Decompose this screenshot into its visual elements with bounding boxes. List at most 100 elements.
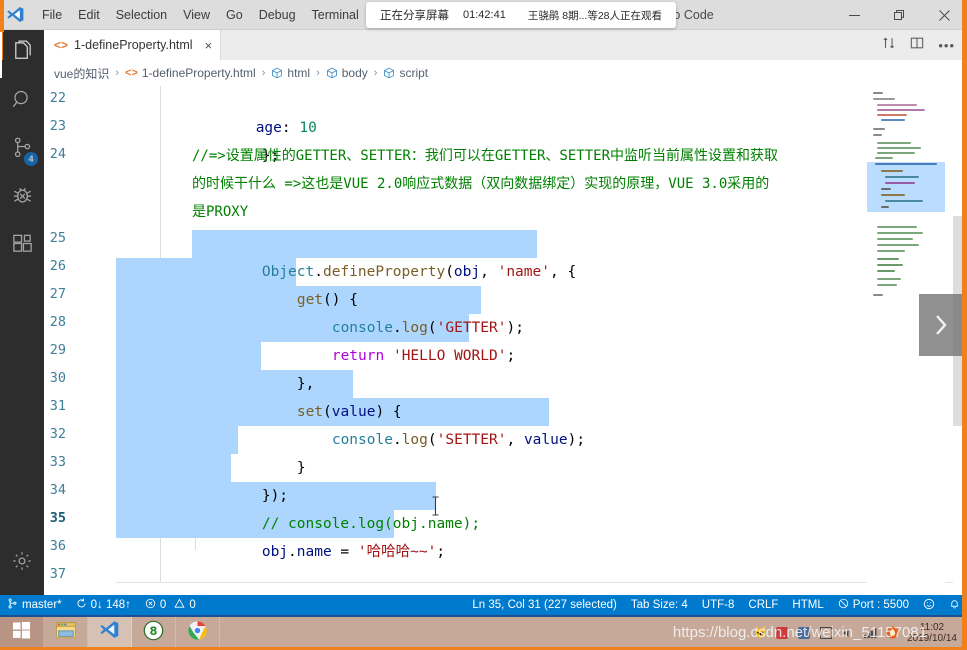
taskbar-file-explorer[interactable] bbox=[44, 616, 88, 649]
breadcrumb-item-html[interactable]: html bbox=[271, 66, 310, 80]
menu-item-go[interactable]: Go bbox=[218, 0, 251, 30]
error-icon bbox=[145, 598, 156, 612]
debug-icon bbox=[11, 184, 34, 212]
menu-item-debug[interactable]: Debug bbox=[251, 0, 304, 30]
menu-item-view[interactable]: View bbox=[175, 0, 218, 30]
smiley-icon bbox=[923, 598, 935, 613]
vscode-logo-icon bbox=[0, 0, 30, 30]
code-editor[interactable]: 22 23 24 25 26 27 28 29 30 31 32 33 34 3… bbox=[44, 86, 967, 595]
window-accent-right bbox=[962, 0, 967, 650]
ellipsis-icon[interactable]: ••• bbox=[938, 38, 955, 53]
status-branch[interactable]: master* bbox=[0, 595, 69, 615]
line-number: 31 bbox=[49, 398, 66, 414]
code-line-33: }); bbox=[192, 454, 288, 504]
status-live-server-port[interactable]: Port : 5500 bbox=[831, 595, 916, 615]
sidebar-item-settings[interactable] bbox=[0, 539, 44, 587]
code-token-comma: , bbox=[506, 432, 524, 448]
status-bar-right: Ln 35, Col 31 (227 selected) Tab Size: 4… bbox=[465, 595, 967, 615]
breadcrumb-item-body[interactable]: body bbox=[326, 66, 368, 80]
bell-icon bbox=[949, 598, 960, 613]
line-number: 23 bbox=[49, 118, 66, 134]
code-token-object: obj bbox=[261, 544, 289, 560]
line-number: 30 bbox=[49, 370, 66, 386]
breadcrumb-label: body bbox=[341, 66, 368, 80]
warning-icon bbox=[174, 598, 185, 612]
breadcrumb-label: script bbox=[399, 66, 429, 80]
taskbar-clock[interactable]: 11:02 2019/10/14 bbox=[907, 622, 961, 644]
line-number: 37 bbox=[49, 566, 66, 582]
menu-item-selection[interactable]: Selection bbox=[108, 0, 175, 30]
sidebar-item-debug[interactable] bbox=[0, 174, 44, 222]
status-cursor-position[interactable]: Ln 35, Col 31 (227 selected) bbox=[465, 595, 623, 615]
taskbar-chrome[interactable] bbox=[176, 616, 220, 649]
close-icon[interactable]: × bbox=[205, 39, 213, 52]
status-feedback[interactable] bbox=[916, 595, 942, 615]
maximize-button[interactable] bbox=[877, 0, 922, 30]
taskbar-vscode[interactable] bbox=[88, 616, 132, 649]
red-icon[interactable] bbox=[775, 625, 790, 640]
status-port-label: Port : 5500 bbox=[852, 599, 909, 611]
code-line-24-wrap-3: 是PROXY bbox=[192, 204, 249, 220]
breadcrumb-item-folder[interactable]: vue的知识 bbox=[54, 65, 109, 82]
code-line-32: } bbox=[227, 426, 306, 476]
tab-1-defineproperty-html[interactable]: <> 1-defineProperty.html × bbox=[44, 30, 222, 60]
menu-item-edit[interactable]: Edit bbox=[70, 0, 108, 30]
sidebar-item-explorer[interactable] bbox=[0, 30, 44, 78]
line-number: 32 bbox=[49, 426, 66, 442]
vscode-window: File Edit Selection View Go Debug Termin… bbox=[0, 0, 967, 650]
blue-icon[interactable] bbox=[797, 625, 812, 640]
status-problems[interactable]: 0 0 bbox=[138, 595, 203, 615]
windows-taskbar: 8 🐱 11:02 2019/10/14 bbox=[0, 615, 967, 650]
code-token-string: '哈哈哈~~' bbox=[357, 544, 437, 560]
code-content[interactable]: age: 10 }; //=>设置属性的GETTER、SETTER：我们可以在G… bbox=[116, 86, 867, 595]
start-button[interactable] bbox=[0, 616, 44, 649]
sync-icon[interactable] bbox=[882, 36, 896, 55]
code-token-number: 10 bbox=[299, 120, 317, 136]
next-slide-button[interactable] bbox=[919, 294, 963, 356]
breadcrumb-separator: › bbox=[316, 67, 320, 79]
network-icon[interactable] bbox=[863, 625, 878, 640]
sidebar-item-extensions[interactable] bbox=[0, 222, 44, 270]
line-number: 29 bbox=[49, 342, 66, 358]
split-editor-icon[interactable] bbox=[910, 36, 924, 55]
ime-icon[interactable] bbox=[819, 625, 834, 640]
tag-icon bbox=[326, 67, 338, 79]
taskbar-app-8[interactable]: 8 bbox=[132, 616, 176, 649]
speaker-icon[interactable] bbox=[841, 625, 856, 640]
share-viewers-label: 王骁鹃 8期...等28人正在观看 bbox=[527, 9, 663, 22]
minimize-button[interactable] bbox=[832, 0, 877, 30]
status-tab-size[interactable]: Tab Size: 4 bbox=[624, 595, 695, 615]
line-number: 27 bbox=[49, 286, 66, 302]
code-line-31: console.log('SETTER', value); bbox=[262, 398, 585, 448]
breadcrumb-item-file[interactable]: <> 1-defineProperty.html bbox=[125, 66, 256, 80]
folder-icon bbox=[55, 620, 77, 645]
tag-icon bbox=[271, 67, 283, 79]
share-timer: 01:42:41 bbox=[463, 9, 506, 21]
status-sync[interactable]: 0↓ 148↑ bbox=[69, 595, 138, 615]
status-language-mode[interactable]: HTML bbox=[785, 595, 830, 615]
tab-label: 1-defineProperty.html bbox=[74, 38, 193, 52]
sidebar-item-search[interactable] bbox=[0, 78, 44, 126]
screen-share-overlay[interactable]: 正在分享屏幕 01:42:41 王骁鹃 8期...等28人正在观看 bbox=[366, 2, 677, 28]
status-eol[interactable]: CRLF bbox=[741, 595, 785, 615]
html-file-icon: <> bbox=[54, 38, 69, 52]
selection-region bbox=[116, 426, 238, 454]
code-token-tail: ; bbox=[506, 348, 516, 364]
code-line-24-wrap-1: //=>设置属性的GETTER、SETTER：我们可以在GETTER、SETTE… bbox=[192, 148, 779, 164]
status-encoding[interactable]: UTF-8 bbox=[695, 595, 742, 615]
status-bar: master* 0↓ 148↑ 0 0 Ln 35, Col 31 (227 s… bbox=[0, 595, 967, 615]
menu-item-terminal[interactable]: Terminal bbox=[304, 0, 367, 30]
sidebar-item-source-control[interactable]: 4 bbox=[0, 126, 44, 174]
code-token-equals: = bbox=[331, 544, 358, 560]
status-branch-label: master* bbox=[22, 599, 62, 611]
code-line-25: Object.defineProperty(obj, 'name', { bbox=[192, 230, 576, 280]
close-button[interactable] bbox=[922, 0, 967, 30]
flame-icon[interactable] bbox=[885, 625, 900, 640]
code-token-prop: name bbox=[296, 544, 332, 560]
code-line-35: obj.name = '哈哈哈~~'; bbox=[192, 510, 445, 560]
breadcrumb-item-script[interactable]: script bbox=[383, 66, 428, 80]
html-file-icon: <> bbox=[125, 67, 138, 79]
menu-item-file[interactable]: File bbox=[34, 0, 70, 30]
cat-icon[interactable]: 🐱 bbox=[753, 625, 768, 640]
line-number: 26 bbox=[49, 258, 66, 274]
